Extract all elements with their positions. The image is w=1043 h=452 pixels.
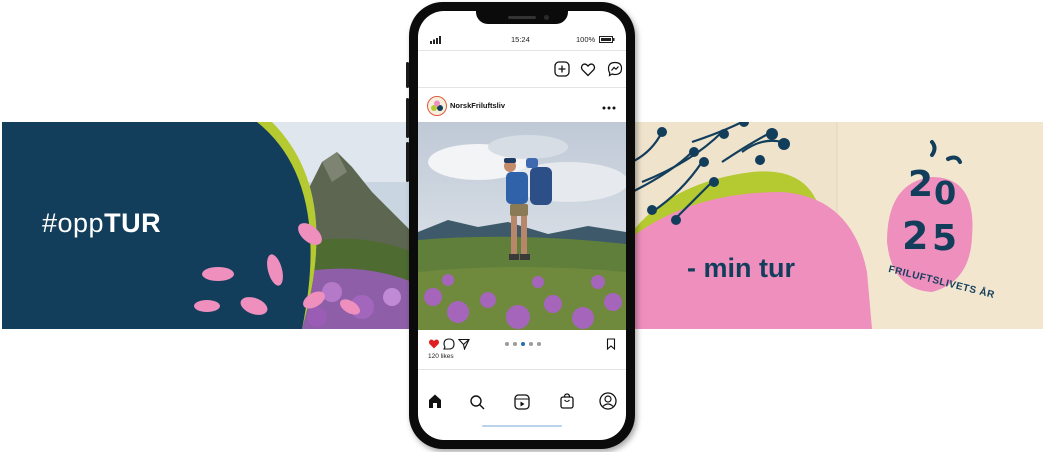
camera-dot (544, 15, 549, 20)
messenger-icon[interactable] (607, 61, 623, 77)
profile-icon[interactable] (599, 392, 617, 410)
power-button (406, 142, 409, 182)
phone-screen: 15:24 100% NorskFriluftsliv 120 likes (418, 11, 626, 440)
status-bar: 15:24 100% (418, 33, 626, 47)
nav-divider (418, 369, 626, 370)
shop-icon[interactable] (559, 393, 575, 409)
status-time: 15:24 (511, 35, 530, 44)
left-banner: #oppTUR (2, 122, 412, 329)
home-icon[interactable] (427, 393, 443, 409)
status-divider (418, 50, 626, 51)
account-name[interactable]: NorskFriluftsliv (450, 101, 505, 110)
add-post-icon[interactable] (554, 61, 570, 77)
header-divider (418, 87, 626, 88)
hashtag-prefix: #opp (42, 208, 105, 238)
battery-percent: 100% (576, 35, 596, 44)
hiker-photo (418, 122, 626, 330)
hashtag-bold: TUR (104, 208, 162, 238)
share-icon[interactable] (458, 338, 470, 350)
phone-notch (476, 11, 568, 24)
account-avatar[interactable] (427, 96, 447, 116)
volume-up-button (406, 62, 409, 88)
carousel-dots (505, 342, 541, 346)
volume-down-button (406, 98, 409, 138)
more-options-icon[interactable] (602, 106, 616, 110)
heart-icon[interactable] (580, 62, 596, 77)
logo-digit-1: 2 (908, 164, 934, 205)
bookmark-icon[interactable] (606, 338, 616, 350)
home-indicator (482, 425, 562, 427)
post-photo[interactable] (418, 122, 626, 330)
comment-icon[interactable] (443, 338, 455, 350)
reels-icon[interactable] (514, 394, 530, 410)
search-icon[interactable] (469, 394, 485, 410)
tagline-text: - min tur (687, 253, 795, 283)
hashtag-text: #oppTUR (42, 208, 161, 239)
logo-digit-3: 2 (902, 214, 929, 258)
avatar-logo-icon (431, 100, 443, 111)
phone-mockup: 15:24 100% NorskFriluftsliv 120 likes (406, 2, 635, 449)
logo-digit-2: 0 (934, 174, 957, 212)
likes-count: 120 likes (428, 353, 454, 360)
logo-digit-4: 5 (932, 218, 958, 259)
signal-icon (430, 36, 441, 44)
right-banner: - min tur 2 0 2 5 FRILUFTSLIVETS ÅR (632, 122, 1043, 329)
battery-icon (599, 36, 615, 43)
speaker-grille (508, 16, 536, 19)
liked-heart-icon[interactable] (428, 338, 440, 349)
